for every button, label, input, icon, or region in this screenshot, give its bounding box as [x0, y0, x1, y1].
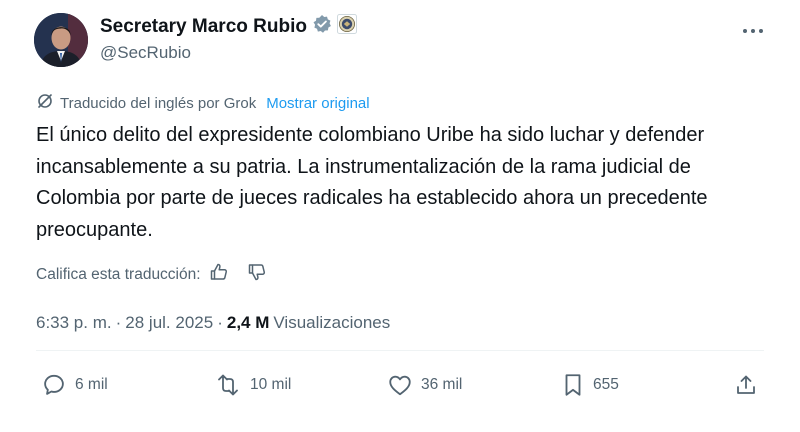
reply-count: 6 mil — [75, 376, 108, 393]
bookmark-icon — [561, 372, 585, 398]
reply-button[interactable]: 6 mil — [41, 372, 108, 398]
translation-notice: Traducido del inglés por Grok Mostrar or… — [36, 92, 370, 114]
divider — [36, 350, 764, 351]
thumbs-up-icon[interactable] — [209, 262, 229, 287]
bookmark-count: 655 — [593, 376, 619, 393]
share-button[interactable] — [734, 372, 758, 398]
action-bar: 6 mil 10 mil 36 mil 655 — [0, 372, 800, 406]
author-handle[interactable]: @SecRubio — [100, 43, 191, 63]
reply-icon — [41, 372, 67, 398]
like-count: 36 mil — [421, 376, 463, 393]
post-time[interactable]: 6:33 p. m. — [36, 313, 112, 333]
post-date[interactable]: 28 jul. 2025 — [125, 313, 213, 333]
view-count: 2,4 M — [226, 313, 270, 332]
government-seal-icon[interactable] — [336, 14, 357, 39]
meta-separator-2: · — [217, 313, 223, 332]
translation-label: Traducido del inglés por Grok — [60, 94, 257, 112]
author-name[interactable]: Secretary Marco Rubio — [100, 16, 307, 38]
post-meta: 6:33 p. m. · 28 jul. 2025 · 2,4 M Visual… — [36, 313, 390, 333]
repost-button[interactable]: 10 mil — [214, 372, 291, 398]
rate-translation-row: Califica esta traducción: — [36, 262, 267, 287]
show-original-link[interactable]: Mostrar original — [266, 95, 369, 112]
rate-translation-label: Califica esta traducción: — [36, 265, 201, 283]
repost-count: 10 mil — [250, 376, 292, 393]
more-options-icon[interactable] — [742, 18, 764, 38]
post-card: Secretary Marco Rubio @SecRubio Traducid… — [0, 0, 800, 432]
share-icon — [734, 372, 758, 398]
meta-separator: · — [115, 313, 122, 332]
like-button[interactable]: 36 mil — [387, 372, 462, 398]
views-label: Visualizaciones — [273, 313, 391, 332]
avatar-portrait — [34, 13, 88, 67]
grok-icon — [36, 92, 54, 114]
thumbs-down-icon[interactable] — [247, 262, 267, 287]
post-text: El único delito del expresidente colombi… — [36, 124, 708, 241]
repost-icon — [214, 372, 242, 398]
bookmark-button[interactable]: 655 — [561, 372, 619, 398]
heart-icon — [387, 372, 413, 398]
author-avatar[interactable] — [34, 13, 88, 67]
verified-badge-icon[interactable] — [312, 14, 332, 39]
author-name-row: Secretary Marco Rubio — [100, 14, 357, 39]
